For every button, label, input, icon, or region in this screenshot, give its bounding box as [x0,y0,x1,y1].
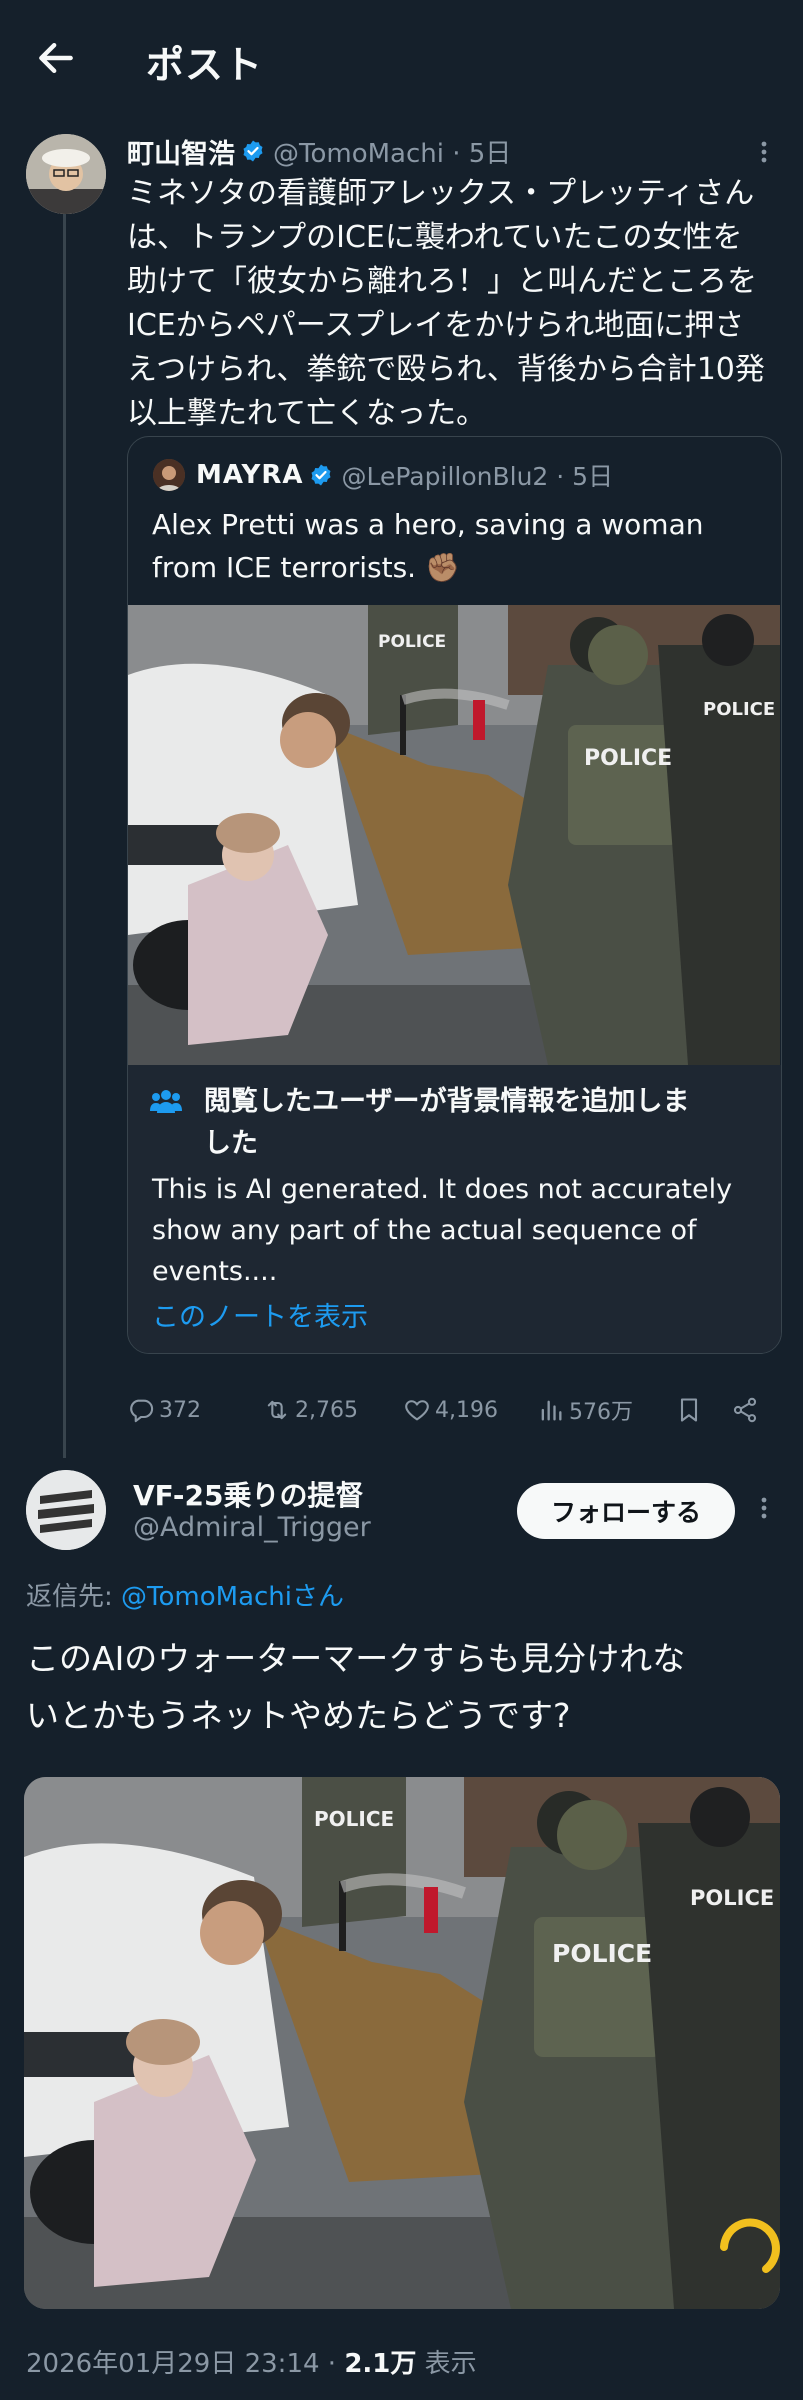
timestamp[interactable]: 2026年01月29日 23:14 · [26,2349,344,2379]
avatar[interactable] [26,134,106,214]
community-notes-icon [150,1090,182,1113]
quoted-author-row: MAYRA @LePapillonBlu2 · 5日 [196,457,613,493]
police-label: POLICE [703,699,775,720]
repost-count: 2,765 [295,1397,358,1423]
reply-author-handle[interactable]: @Admiral_Trigger [133,1512,371,1543]
quoted-tweet[interactable]: MAYRA @LePapillonBlu2 · 5日 Alex Pretti w… [127,436,782,1354]
quoted-text: Alex Pretti was a hero, saving a woman f… [152,508,704,584]
replying-to-mention[interactable]: @TomoMachi [121,1582,292,1612]
like-count: 4,196 [435,1397,498,1423]
quoted-photo[interactable]: POLICE POLICE POLICE [128,605,780,1065]
show-note-link[interactable]: このノートを表示 [152,1295,368,1334]
quoted-avatar[interactable] [153,459,185,491]
community-note-title: 閲覧したユーザーが背景情報を追加しま した [204,1086,690,1159]
views-icon [541,1400,562,1421]
avatar[interactable] [26,1470,106,1550]
replying-to: 返信先: @TomoMachiさん [26,1576,344,1613]
author-handle-time[interactable]: @TomoMachi · 5日 [273,133,511,170]
quoted-handle-time[interactable]: @LePapillonBlu2 · 5日 [341,457,613,493]
replying-to-suffix: さん [292,1582,345,1612]
views-button[interactable]: 576万 [537,1390,633,1430]
heart-icon [405,1400,429,1421]
community-note[interactable]: 閲覧したユーザーが背景情報を追加しま した This is AI generat… [128,1065,781,1353]
repost-icon [267,1400,287,1420]
views-suffix: 表示 [416,2349,477,2379]
reply-text: このAIのウォーターマークすらも見分けれな いとかもうネットやめたらどうです? [26,1639,686,1735]
back-arrow-icon[interactable] [34,36,78,80]
tweet-author-row: 町山智浩 @TomoMachi · 5日 [127,132,511,171]
views-count: 576万 [569,1400,633,1425]
tweet-meta: 2026年01月29日 23:14 · 2.1万 表示 [26,2343,477,2380]
bookmark-button[interactable] [675,1390,707,1430]
police-label: POLICE [690,1886,774,1910]
police-label: POLICE [314,1807,394,1831]
reply-author-name[interactable]: VF-25乗りの提督 [133,1474,364,1514]
author-name[interactable]: 町山智浩 [127,132,235,171]
reply-photo[interactable]: POLICE POLICE POLICE [24,1777,780,2309]
replying-to-prefix: 返信先: [26,1582,122,1612]
reply-count: 372 [159,1397,201,1423]
page-title: ポスト [146,43,264,87]
tweet-text: ミネソタの看護師アレックス・プレッティさん は、トランプのICEに襲われていたこ… [127,176,765,431]
share-button[interactable] [731,1390,763,1430]
community-note-text: This is AI generated. It does not accura… [152,1174,733,1287]
follow-button[interactable]: フォローする [517,1483,735,1539]
repost-button[interactable]: 2,765 [263,1390,358,1430]
police-label: POLICE [552,1939,652,1968]
verified-badge-icon [311,464,331,486]
like-button[interactable]: 4,196 [403,1390,498,1430]
police-label: POLICE [378,632,446,652]
more-options-icon[interactable] [752,1490,776,1526]
quoted-author-name[interactable]: MAYRA [196,460,303,490]
reply-button[interactable]: 372 [127,1390,201,1430]
action-bar: 372 2,765 4,196 576万 [127,1390,767,1430]
bookmark-icon [680,1398,698,1422]
views-count: 2.1万 [344,2349,417,2379]
thread-line [63,200,66,1458]
reply-icon [130,1399,154,1423]
verified-badge-icon [243,140,263,162]
more-options-icon[interactable] [752,134,776,170]
police-label: POLICE [584,746,672,771]
share-icon [733,1397,757,1423]
